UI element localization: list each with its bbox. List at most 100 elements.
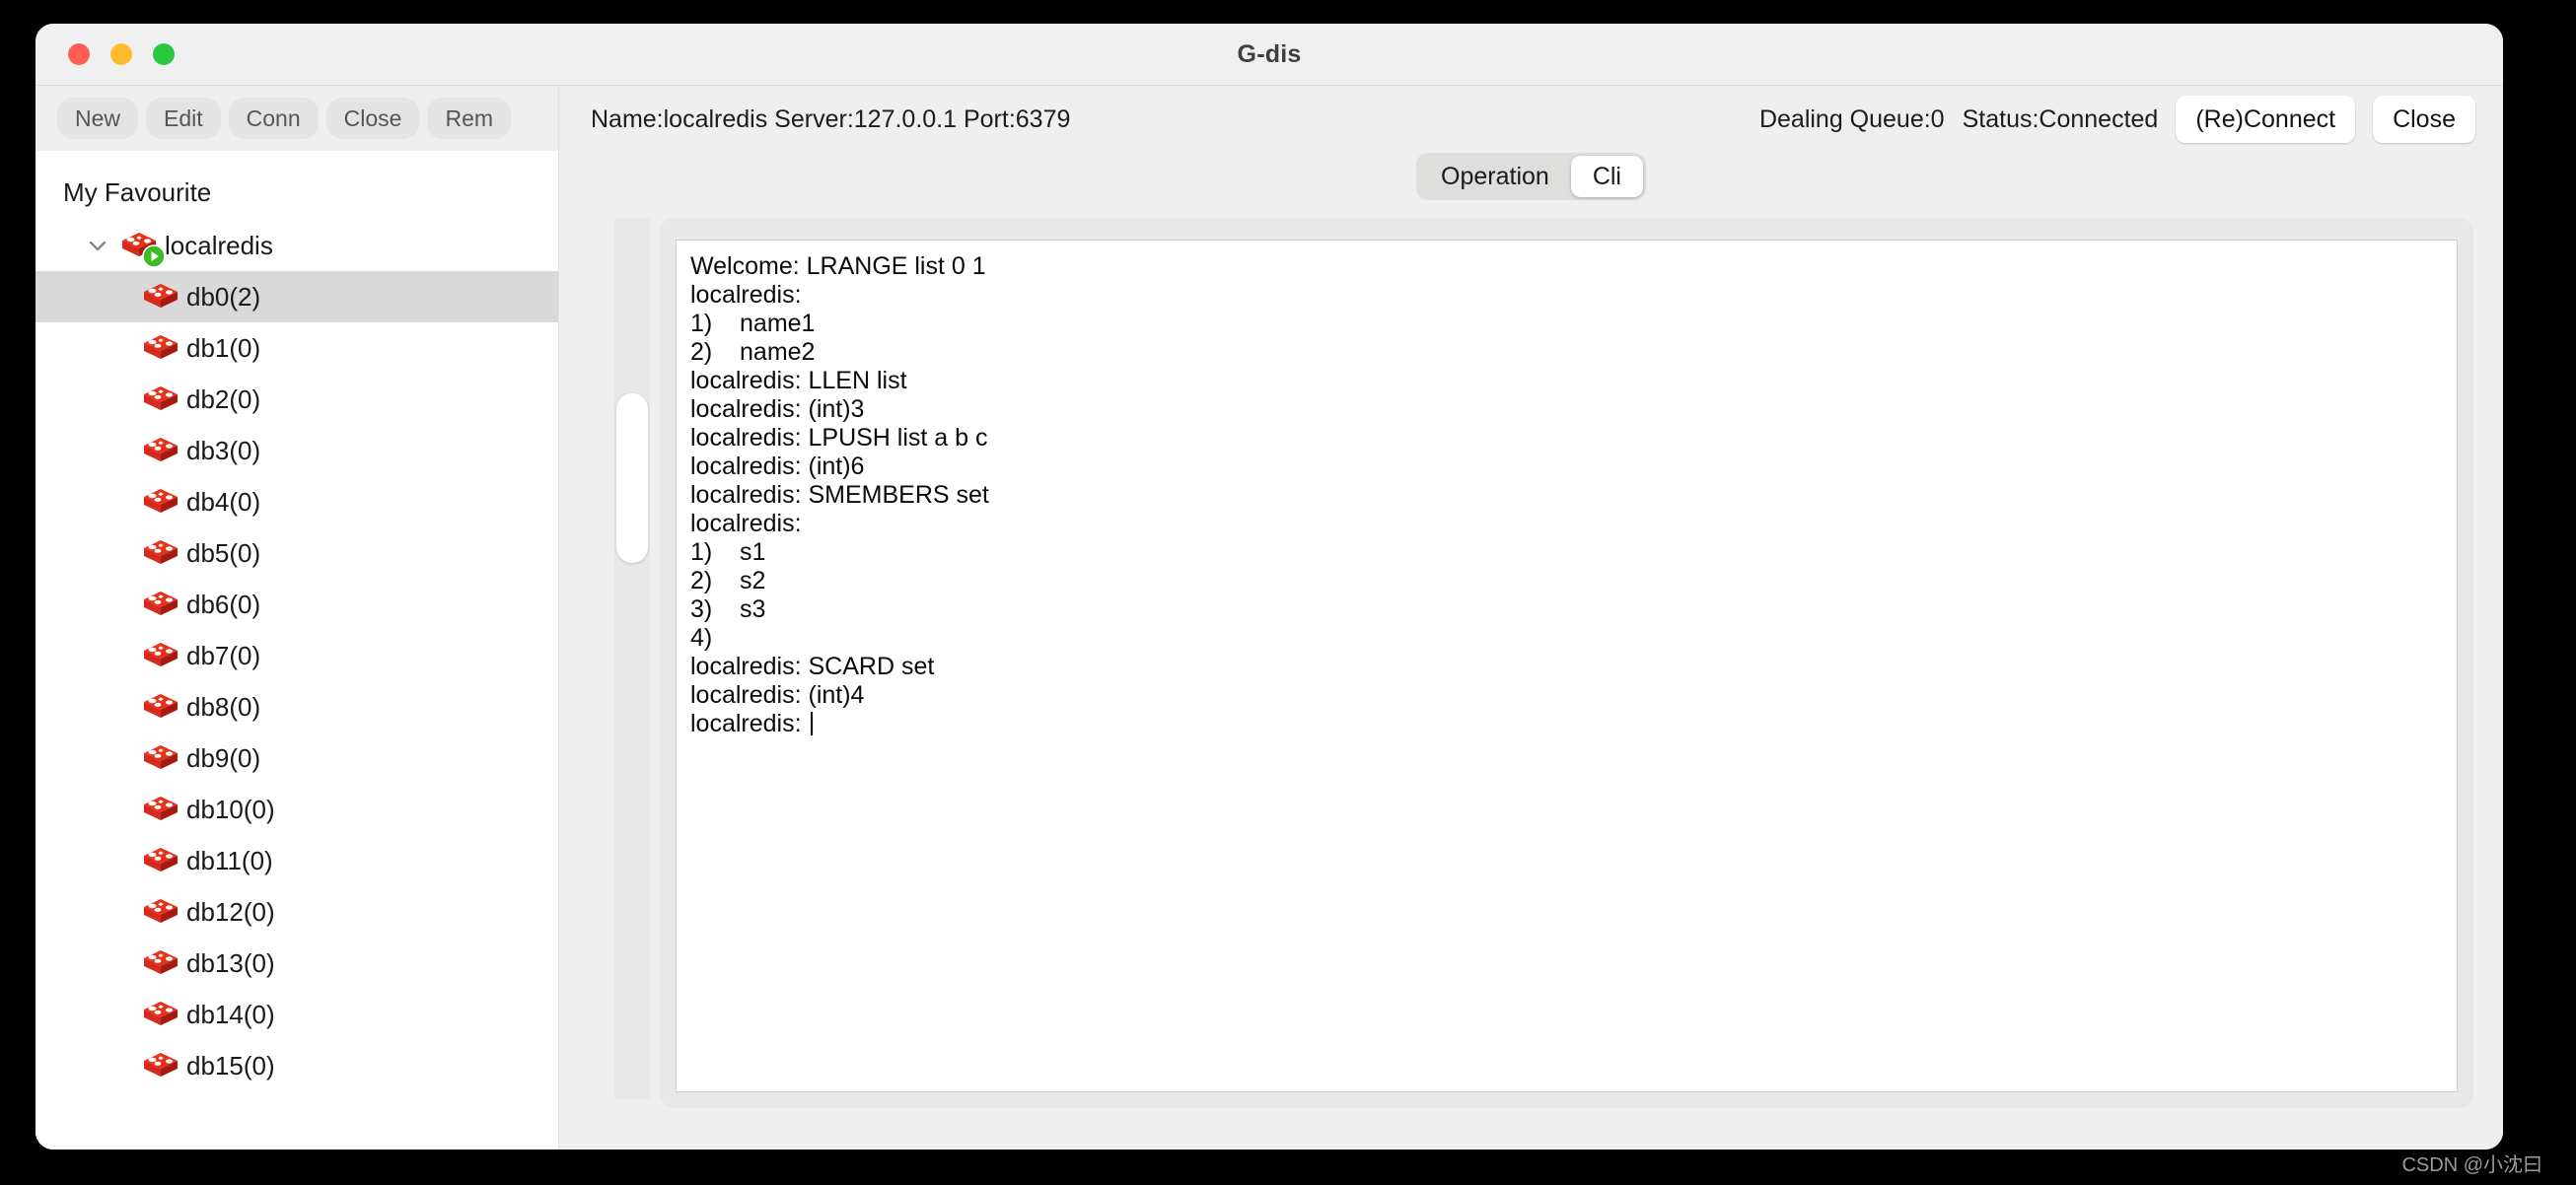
close-connection-button[interactable]: Close xyxy=(325,98,420,139)
cli-output-line: 3) s3 xyxy=(690,595,766,623)
redis-cube-icon xyxy=(142,590,179,619)
tree-item-db80[interactable]: db8(0) xyxy=(36,681,558,732)
redis-cube-icon xyxy=(120,231,166,268)
tree-item-label: db0(2) xyxy=(186,281,261,312)
cli-output-line: localredis: (int)3 xyxy=(690,395,865,423)
redis-cube-icon xyxy=(142,282,179,312)
cli-output-line: localredis: LLEN list xyxy=(690,367,907,394)
tree-item-label: db14(0) xyxy=(186,999,275,1029)
connection-tree[interactable]: My Favourite localredis db0(2) db1(0) db… xyxy=(36,151,558,1150)
cli-output-line: localredis: (int)4 xyxy=(690,681,865,709)
tab-operation[interactable]: Operation xyxy=(1419,156,1571,197)
console-scrollbar[interactable] xyxy=(589,218,660,1108)
scrollbar-thumb[interactable] xyxy=(616,393,648,563)
content-pane: Name:localredis Server:127.0.0.1 Port:63… xyxy=(559,86,2503,1150)
edit-connection-button[interactable]: Edit xyxy=(146,98,221,139)
tree-item-localredis[interactable]: localredis xyxy=(36,220,558,271)
database-list: db0(2) db1(0) db2(0) db3(0) db4(0) db5(0) db6(… xyxy=(36,271,558,1091)
cli-output-line: 1) s1 xyxy=(690,538,766,566)
tree-item-label: localredis xyxy=(165,230,273,260)
redis-cube-icon xyxy=(142,384,179,414)
redis-cube-icon xyxy=(142,436,179,465)
tree-item-db02[interactable]: db0(2) xyxy=(36,271,558,322)
redis-cube-icon xyxy=(142,538,179,568)
cli-output-line: Welcome: LRANGE list 0 1 xyxy=(690,252,986,280)
console-region: Welcome: LRANGE list 0 1 localredis: 1) na… xyxy=(559,212,2503,1150)
tree-item-db120[interactable]: db12(0) xyxy=(36,886,558,938)
cli-output-line: localredis: LPUSH list a b c xyxy=(690,424,988,452)
redis-cube-icon xyxy=(142,692,179,722)
tree-item-db40[interactable]: db4(0) xyxy=(36,476,558,527)
cli-output-line: 1) name1 xyxy=(690,310,816,337)
sidebar-toolbar: New Edit Conn Close Rem xyxy=(36,86,558,151)
tabbar: Operation Cli xyxy=(559,153,2503,212)
cli-output-line: 2) name2 xyxy=(690,338,816,366)
cli-output-lines: Welcome: LRANGE list 0 1 localredis: 1) na… xyxy=(690,252,2441,710)
redis-cube-icon xyxy=(142,743,179,773)
connect-button[interactable]: Conn xyxy=(228,98,319,139)
tree-item-label: db15(0) xyxy=(186,1050,275,1080)
tree-item-label: db9(0) xyxy=(186,742,261,773)
close-session-button[interactable]: Close xyxy=(2373,96,2475,143)
tree-item-db30[interactable]: db3(0) xyxy=(36,425,558,476)
tree-item-db90[interactable]: db9(0) xyxy=(36,732,558,784)
tree-item-label: db4(0) xyxy=(186,486,261,517)
redis-cube-icon xyxy=(142,641,179,670)
cli-output-line: localredis: (int)6 xyxy=(690,453,865,480)
tree-item-label: db6(0) xyxy=(186,589,261,619)
cli-output-line: localredis: SMEMBERS set xyxy=(690,481,989,509)
segmented-control: Operation Cli xyxy=(1416,153,1646,200)
connection-status-badge: Status:Connected xyxy=(1962,105,2159,133)
tree-item-db60[interactable]: db6(0) xyxy=(36,579,558,630)
tree-item-label: db8(0) xyxy=(186,691,261,722)
window-titlebar: G-dis xyxy=(36,24,2503,86)
scrollbar-track[interactable] xyxy=(614,218,650,1098)
cli-output-textarea[interactable]: Welcome: LRANGE list 0 1 localredis: 1) na… xyxy=(676,240,2458,1092)
tree-item-label: db10(0) xyxy=(186,794,275,824)
chevron-down-icon[interactable] xyxy=(85,233,110,258)
cli-prompt-text: localredis: xyxy=(690,710,809,737)
tree-item-label: db3(0) xyxy=(186,435,261,465)
tree-item-db50[interactable]: db5(0) xyxy=(36,527,558,579)
redis-cube-icon xyxy=(142,333,179,363)
window-title: G-dis xyxy=(1237,40,1302,68)
tree-item-label: db7(0) xyxy=(186,640,261,670)
tree-group-my-favourite[interactable]: My Favourite xyxy=(36,165,558,220)
watermark-text: CSDN @小沈曰 xyxy=(2401,1154,2542,1176)
tree-item-label: db11(0) xyxy=(186,845,273,875)
tree-item-label: db2(0) xyxy=(186,383,261,414)
tree-item-db70[interactable]: db7(0) xyxy=(36,630,558,681)
play-badge-icon xyxy=(142,244,166,268)
redis-cube-icon xyxy=(142,487,179,517)
cli-output-line: localredis: SCARD set xyxy=(690,653,935,680)
tree-item-label: db13(0) xyxy=(186,947,275,978)
tree-item-db150[interactable]: db15(0) xyxy=(36,1040,558,1091)
connection-header: Name:localredis Server:127.0.0.1 Port:63… xyxy=(559,86,2503,153)
tree-item-db110[interactable]: db11(0) xyxy=(36,835,558,886)
tree-item-label: db12(0) xyxy=(186,896,275,927)
redis-cube-icon xyxy=(142,795,179,824)
redis-cube-icon xyxy=(142,1051,179,1080)
connection-info-text: Name:localredis Server:127.0.0.1 Port:63… xyxy=(591,105,1071,133)
tree-item-db10[interactable]: db1(0) xyxy=(36,322,558,374)
app-window: G-dis New Edit Conn Close Rem My Favouri… xyxy=(36,24,2503,1150)
tree-group-label: My Favourite xyxy=(63,176,212,207)
window-body: New Edit Conn Close Rem My Favourite loc… xyxy=(36,86,2503,1150)
tree-item-db140[interactable]: db14(0) xyxy=(36,989,558,1040)
tab-cli[interactable]: Cli xyxy=(1570,156,1643,197)
dealing-queue-status: Dealing Queue:0 xyxy=(1758,105,1945,133)
new-connection-button[interactable]: New xyxy=(57,98,139,139)
cli-output-line: localredis: xyxy=(690,281,802,309)
cli-output-line: 2) s2 xyxy=(690,567,766,594)
redis-cube-icon xyxy=(142,846,179,875)
cli-output-line: localredis: xyxy=(690,510,802,537)
tree-item-label: db1(0) xyxy=(186,332,261,363)
redis-cube-icon xyxy=(142,897,179,927)
console-panel: Welcome: LRANGE list 0 1 localredis: 1) na… xyxy=(660,218,2473,1108)
remove-connection-button[interactable]: Rem xyxy=(427,98,512,139)
tree-item-db100[interactable]: db10(0) xyxy=(36,784,558,835)
reconnect-button[interactable]: (Re)Connect xyxy=(2176,96,2356,143)
tree-item-db20[interactable]: db2(0) xyxy=(36,374,558,425)
text-caret xyxy=(810,712,813,735)
tree-item-db130[interactable]: db13(0) xyxy=(36,938,558,989)
